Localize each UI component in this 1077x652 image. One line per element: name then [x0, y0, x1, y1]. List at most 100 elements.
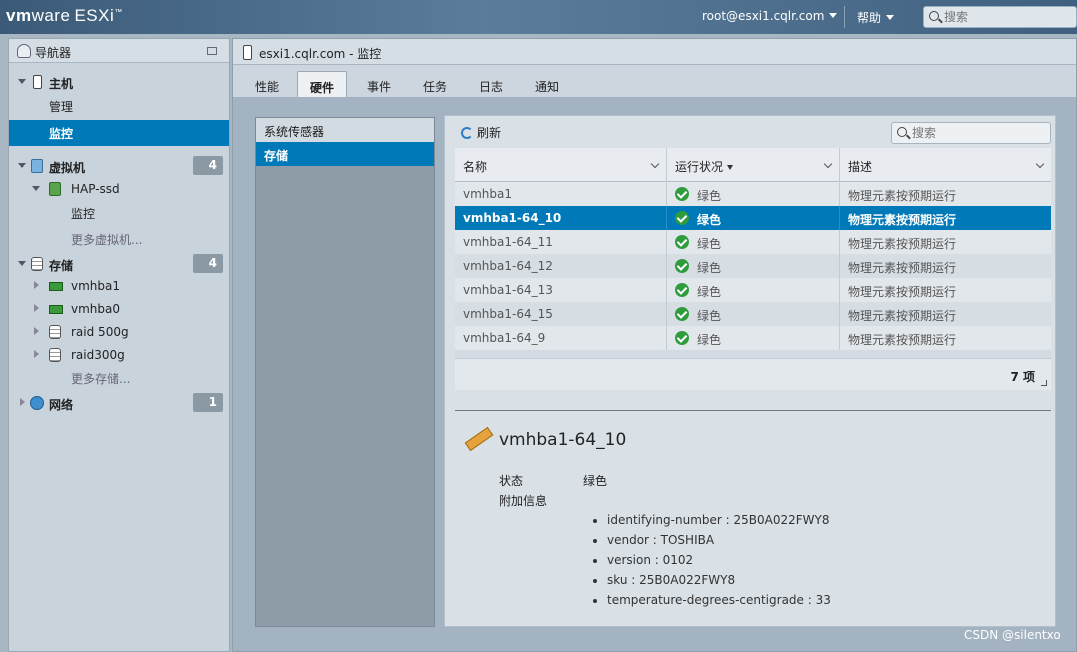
list-item: vendor : TOSHIBA: [607, 530, 831, 550]
count-badge: 4: [193, 156, 223, 175]
nav-item-vm-monitor[interactable]: 监控: [9, 201, 229, 223]
detail-title: vmhba1-64_10: [499, 430, 627, 450]
page-title: esxi1.cqlr.com - 监控: [259, 47, 382, 61]
nav-item-network[interactable]: 网络 1: [9, 392, 229, 414]
nav-item-vm-hap-ssd[interactable]: HAP-ssd: [9, 178, 229, 200]
nav-item-storage-vmhba1[interactable]: vmhba1: [9, 275, 229, 297]
nav-item-label: 主机: [49, 77, 74, 91]
column-header-status[interactable]: 运行状况: [667, 148, 840, 182]
help-menu[interactable]: 帮助: [857, 9, 895, 26]
tab-performance[interactable]: 性能: [243, 71, 291, 97]
global-search[interactable]: [923, 6, 1077, 28]
nav-item-storage-raid300g[interactable]: raid300g: [9, 344, 229, 366]
cell-text: 绿色: [697, 333, 722, 347]
table-row[interactable]: vmhba1-64_10 绿色 物理元素按预期运行: [455, 206, 1051, 230]
refresh-button[interactable]: 刷新: [461, 124, 501, 141]
grid-search-input[interactable]: [912, 125, 1046, 141]
tab-tasks[interactable]: 任务: [411, 71, 459, 97]
subnav-item-system-sensors[interactable]: 系统传感器: [256, 118, 434, 142]
expand-down-icon[interactable]: [18, 79, 26, 84]
cell-status: 绿色: [667, 278, 840, 302]
list-item: temperature-degrees-centigrade : 33: [607, 590, 831, 610]
main-header: esxi1.cqlr.com - 监控: [233, 39, 1076, 65]
detail-extra-label: 附加信息: [499, 494, 548, 508]
table-row[interactable]: vmhba1 绿色 物理元素按预期运行: [455, 182, 1051, 206]
cell-text: vmhba1-64_13: [463, 283, 553, 297]
cell-name: vmhba1-64_13: [455, 278, 667, 302]
navigator-header: 导航器: [9, 39, 229, 63]
vm-icon: [49, 182, 61, 196]
expand-right-icon[interactable]: [20, 398, 25, 406]
expand-right-icon[interactable]: [34, 304, 39, 312]
refresh-icon: [461, 127, 473, 139]
nav-item-more-vms[interactable]: 更多虚拟机...: [9, 227, 229, 249]
adapter-icon: [49, 282, 63, 291]
cell-name: vmhba1-64_12: [455, 254, 667, 278]
cell-text: 物理元素按预期运行: [848, 237, 957, 251]
expand-right-icon[interactable]: [34, 350, 39, 358]
subnav-item-storage[interactable]: 存储: [256, 142, 434, 166]
global-search-input[interactable]: [944, 9, 1072, 25]
table-row[interactable]: vmhba1-64_13 绿色 物理元素按预期运行: [455, 278, 1051, 302]
nav-item-vms[interactable]: 虚拟机 4: [9, 155, 229, 177]
cell-text: 物理元素按预期运行: [848, 213, 957, 227]
column-label: 名称: [463, 160, 488, 174]
nav-item-storage-raid500g[interactable]: raid 500g: [9, 321, 229, 343]
detail-status-value: 绿色: [583, 474, 608, 488]
nav-item-monitor[interactable]: 监控: [9, 120, 229, 146]
detail-extra-list: identifying-number : 25B0A022FWY8 vendor…: [607, 510, 831, 610]
main-panel: esxi1.cqlr.com - 监控 性能 硬件 事件 任务 日志 通知 系统…: [232, 38, 1077, 652]
expand-right-icon[interactable]: [34, 281, 39, 289]
tab-events[interactable]: 事件: [355, 71, 403, 97]
cell-status: 绿色: [667, 230, 840, 254]
nav-item-storage[interactable]: 存储 4: [9, 253, 229, 275]
nav-item-storage-vmhba0[interactable]: vmhba0: [9, 298, 229, 320]
tab-notifications[interactable]: 通知: [523, 71, 571, 97]
cell-description: 物理元素按预期运行: [840, 182, 1051, 206]
cell-description: 物理元素按预期运行: [840, 230, 1051, 254]
adapter-icon: [49, 305, 63, 314]
cell-description: 物理元素按预期运行: [840, 278, 1051, 302]
table-row[interactable]: vmhba1-64_11 绿色 物理元素按预期运行: [455, 230, 1051, 254]
tab-bar: 性能 硬件 事件 任务 日志 通知: [233, 65, 1076, 97]
cell-text: vmhba1-64_15: [463, 307, 553, 321]
expand-down-icon[interactable]: [32, 186, 40, 191]
user-menu[interactable]: root@esxi1.cqlr.com: [702, 9, 838, 23]
nav-item-host[interactable]: 主机: [9, 71, 229, 93]
status-ok-icon: [675, 331, 689, 345]
detail-pane: vmhba1-64_10 状态 绿色 附加信息 identifying-numb…: [464, 426, 1045, 616]
tab-hardware[interactable]: 硬件: [297, 71, 348, 97]
nav-item-label: HAP-ssd: [71, 182, 120, 196]
nav-item-label: raid 500g: [71, 325, 129, 339]
chevron-down-icon[interactable]: [823, 159, 833, 169]
nav-item-label: 监控: [71, 207, 96, 221]
nav-item-more-storage[interactable]: 更多存储...: [9, 366, 229, 388]
count-badge: 1: [193, 393, 223, 412]
cell-text: 绿色: [697, 189, 722, 203]
tab-logs[interactable]: 日志: [467, 71, 515, 97]
table-row[interactable]: vmhba1-64_15 绿色 物理元素按预期运行: [455, 302, 1051, 326]
column-header-description[interactable]: 描述: [840, 148, 1051, 182]
nav-item-label: vmhba0: [71, 302, 121, 316]
collapse-panel-icon[interactable]: [207, 47, 217, 55]
chevron-down-icon: [886, 15, 895, 20]
cell-text: 绿色: [697, 309, 722, 323]
cell-description: 物理元素按预期运行: [840, 302, 1051, 326]
nav-item-manage[interactable]: 管理: [9, 94, 229, 116]
column-label: 运行状况: [675, 160, 724, 174]
resize-grip-icon[interactable]: [1041, 380, 1047, 386]
cell-name: vmhba1-64_15: [455, 302, 667, 326]
table-row[interactable]: vmhba1-64_9 绿色 物理元素按预期运行: [455, 326, 1051, 350]
grid-search[interactable]: [891, 122, 1051, 144]
nav-item-label: 存储: [49, 259, 74, 273]
top-bar: vmware ESXi™ root@esxi1.cqlr.com 帮助: [0, 0, 1077, 34]
expand-down-icon[interactable]: [18, 163, 26, 168]
chevron-down-icon[interactable]: [650, 159, 660, 169]
cell-text: vmhba1-64_9: [463, 331, 546, 345]
table-row[interactable]: vmhba1-64_12 绿色 物理元素按预期运行: [455, 254, 1051, 278]
detail-status-label: 状态: [499, 474, 524, 488]
column-header-name[interactable]: 名称: [455, 148, 667, 182]
chevron-down-icon[interactable]: [1035, 159, 1045, 169]
expand-down-icon[interactable]: [18, 261, 26, 266]
expand-right-icon[interactable]: [34, 327, 39, 335]
